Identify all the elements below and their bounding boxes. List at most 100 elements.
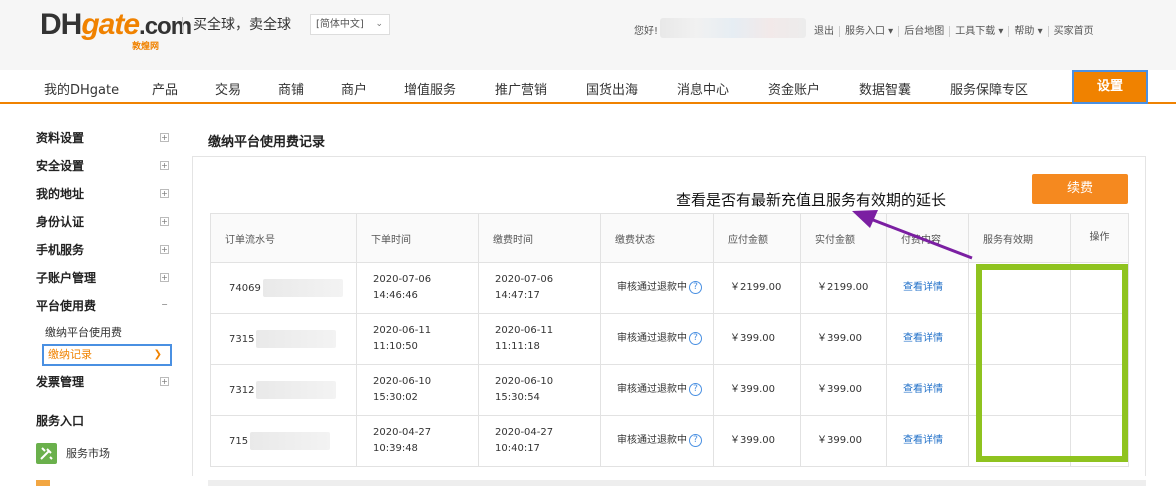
page-title: 缴纳平台使用费记录 xyxy=(208,135,326,150)
expand-icon[interactable]: + xyxy=(160,133,169,142)
col-operation: 操作 xyxy=(1070,213,1129,263)
order-time-cell: 2020-06-11 11:10:50 xyxy=(356,313,479,365)
sidebar-item-address[interactable]: 我的地址 + xyxy=(36,182,172,210)
order-no-cell: 715 xyxy=(210,415,357,467)
order-no-redacted xyxy=(250,432,331,450)
nav-marketing[interactable]: 推广营销 xyxy=(495,79,547,98)
pay-content-cell: 查看详情 xyxy=(886,364,969,416)
order-clock: 10:39:48 xyxy=(373,443,418,454)
expand-icon[interactable]: + xyxy=(160,377,169,386)
help-link[interactable]: 帮助 ▾ xyxy=(1008,26,1048,37)
nav-my-dhgate[interactable]: 我的DHgate xyxy=(44,79,119,98)
nav-store[interactable]: 商铺 xyxy=(278,79,304,98)
order-time-cell: 2020-07-06 14:46:46 xyxy=(356,262,479,314)
nav-trade[interactable]: 交易 xyxy=(215,79,241,98)
tools-icon xyxy=(36,443,57,464)
logout-link[interactable]: 退出 xyxy=(814,26,839,37)
logo-dh: DH xyxy=(40,8,82,41)
pay-time-cell: 2020-04-27 10:40:17 xyxy=(478,415,601,467)
sidebar-item-security[interactable]: 安全设置 + xyxy=(36,154,172,182)
slogan: 买全球，卖全球 xyxy=(182,17,291,33)
order-clock: 15:30:02 xyxy=(373,392,418,403)
sidebar-next-icon xyxy=(36,480,50,486)
pay-status: 审核通过退款中 xyxy=(617,435,687,446)
expand-icon[interactable]: + xyxy=(160,161,169,170)
expand-icon[interactable]: + xyxy=(160,189,169,198)
sidebar: 资料设置 + 安全设置 + 我的地址 + 身份认证 + 手机服务 + 子账户管理 + 平台使… xyxy=(36,126,172,465)
nav-products[interactable]: 产品 xyxy=(152,79,178,98)
language-select[interactable]: [简体中文] ⌄ xyxy=(310,14,390,35)
nav-data[interactable]: 数据智囊 xyxy=(859,79,911,98)
sidebar-item-label: 发票管理 xyxy=(36,375,85,389)
sidebar-item-platform-fee[interactable]: 平台使用费 − xyxy=(36,294,172,322)
order-date: 2020-06-10 xyxy=(373,376,432,387)
help-icon[interactable]: ? xyxy=(689,280,702,294)
amount-paid: ￥2199.00 xyxy=(800,262,887,314)
col-order-no: 订单流水号 xyxy=(210,213,357,263)
greeting: 您好! xyxy=(634,26,659,37)
sidebar-item-service-market[interactable]: 服务市场 xyxy=(36,443,172,465)
view-details-link[interactable]: 查看详情 xyxy=(903,333,943,344)
order-no: 7315 xyxy=(229,334,255,345)
pay-clock: 10:40:17 xyxy=(495,443,540,454)
pay-status: 审核通过退款中 xyxy=(617,282,687,293)
pay-date: 2020-06-10 xyxy=(495,376,554,387)
nav-messages[interactable]: 消息中心 xyxy=(677,79,729,98)
view-details-link[interactable]: 查看详情 xyxy=(903,282,943,293)
pay-date: 2020-06-11 xyxy=(495,325,554,336)
nav-service-guarantee[interactable]: 服务保障专区 xyxy=(950,79,1028,98)
sidebar-subitem-pay-fee[interactable]: 缴纳平台使用费 xyxy=(36,322,172,344)
highlight-box xyxy=(976,264,1128,462)
order-no-cell: 7312 xyxy=(210,364,357,416)
service-entry-title: 服务入口 xyxy=(36,414,85,428)
nav-settings[interactable]: 设置 xyxy=(1072,70,1148,104)
pay-status: 审核通过退款中 xyxy=(617,384,687,395)
sidebar-item-identity[interactable]: 身份认证 + xyxy=(36,210,172,238)
sidebar-item-label: 安全设置 xyxy=(36,159,85,173)
chevron-down-icon: ⌄ xyxy=(375,19,383,29)
col-pay-status: 缴费状态 xyxy=(600,213,714,263)
collapse-icon[interactable]: − xyxy=(160,301,169,310)
service-entry-link[interactable]: 服务入口 ▾ xyxy=(839,26,899,37)
order-time-cell: 2020-04-27 10:39:48 xyxy=(356,415,479,467)
pay-status-cell: 审核通过退款中? xyxy=(600,262,714,314)
expand-icon[interactable]: + xyxy=(160,217,169,226)
sidebar-subitem-payment-records[interactable]: 缴纳记录 ❯ xyxy=(42,344,172,366)
nav-funds[interactable]: 资金账户 xyxy=(768,79,820,98)
order-no-cell: 74069 xyxy=(210,262,357,314)
language-value: [简体中文] xyxy=(316,19,364,30)
backend-map-link[interactable]: 后台地图 xyxy=(898,26,950,37)
renew-button[interactable]: 续费 xyxy=(1032,174,1128,204)
col-service-validity: 服务有效期 xyxy=(968,213,1071,263)
view-details-link[interactable]: 查看详情 xyxy=(903,384,943,395)
order-no: 715 xyxy=(229,436,249,447)
sidebar-item-label: 平台使用费 xyxy=(36,299,97,313)
expand-icon[interactable]: + xyxy=(160,245,169,254)
col-amount-due: 应付金额 xyxy=(713,213,801,263)
view-details-link[interactable]: 查看详情 xyxy=(903,435,943,446)
sidebar-item-profile[interactable]: 资料设置 + xyxy=(36,126,172,154)
help-icon[interactable]: ? xyxy=(689,382,702,396)
pay-status: 审核通过退款中 xyxy=(617,333,687,344)
sidebar-item-subaccount[interactable]: 子账户管理 + xyxy=(36,266,172,294)
order-no-cell: 7315 xyxy=(210,313,357,365)
nav-export[interactable]: 国货出海 xyxy=(586,79,638,98)
nav-merchant[interactable]: 商户 xyxy=(341,79,367,98)
dhgate-logo[interactable]: DHgate.com 敦煌网 xyxy=(40,8,192,52)
nav-value-added[interactable]: 增值服务 xyxy=(404,79,456,98)
sidebar-item-invoice[interactable]: 发票管理 + xyxy=(36,370,172,398)
buyer-home-link[interactable]: 买家首页 xyxy=(1047,26,1099,37)
amount-due: ￥2199.00 xyxy=(713,262,801,314)
expand-icon[interactable]: + xyxy=(160,273,169,282)
pay-clock: 11:11:18 xyxy=(495,341,540,352)
sidebar-item-mobile[interactable]: 手机服务 + xyxy=(36,238,172,266)
order-date: 2020-07-06 xyxy=(373,274,432,285)
amount-due: ￥399.00 xyxy=(713,364,801,416)
help-icon[interactable]: ? xyxy=(689,433,702,447)
tools-download-link[interactable]: 工具下载 ▾ xyxy=(949,26,1009,37)
sidebar-item-label: 资料设置 xyxy=(36,131,85,145)
order-no-redacted xyxy=(262,279,343,297)
pay-content-cell: 查看详情 xyxy=(886,313,969,365)
table-header-row: 订单流水号 下单时间 缴费时间 缴费状态 应付金额 实付金额 付费内容 服务有效… xyxy=(210,213,1129,263)
help-icon[interactable]: ? xyxy=(689,331,702,345)
